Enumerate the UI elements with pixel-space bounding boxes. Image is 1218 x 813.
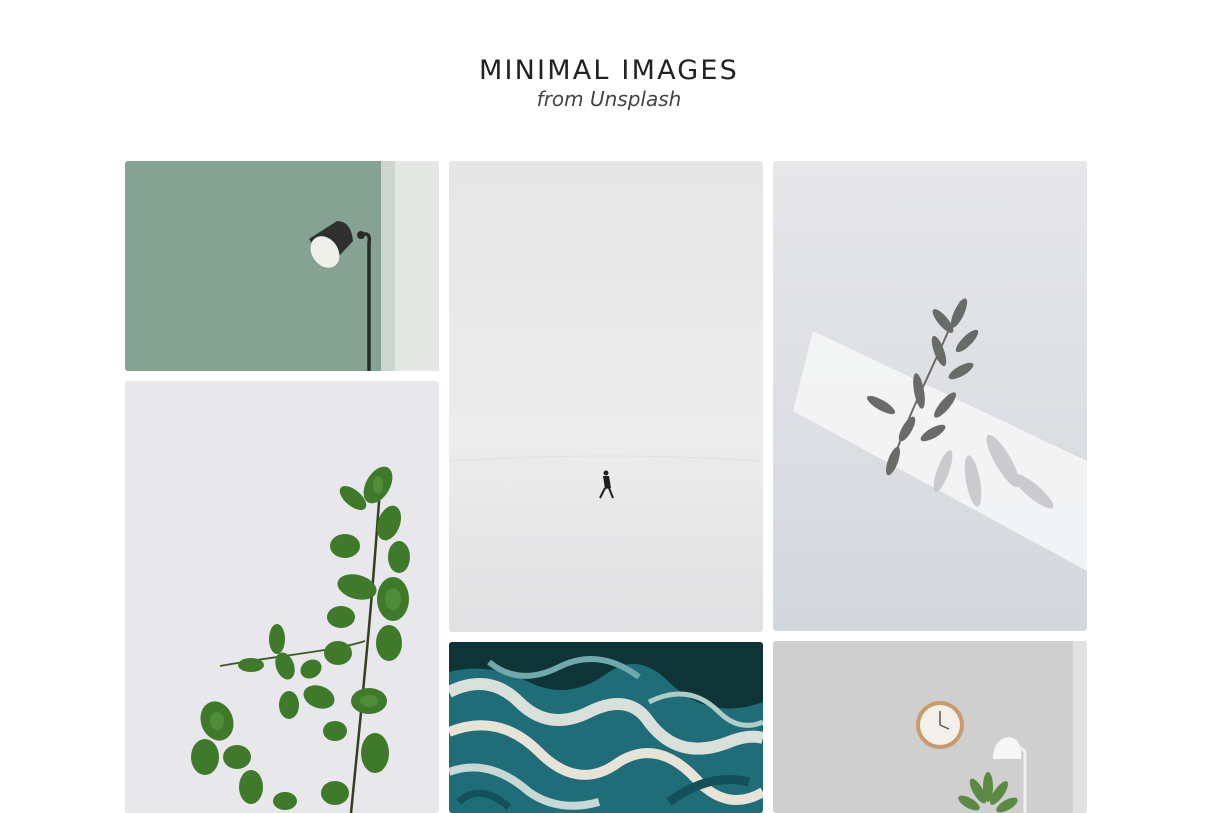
gallery-image-snowfield[interactable]	[449, 161, 763, 632]
olive-sprig-photo	[773, 161, 1087, 631]
page-subtitle: from Unsplash	[536, 87, 682, 111]
snowfield-photo	[449, 161, 763, 632]
page-title: MINIMAL IMAGES	[479, 55, 739, 86]
eucalyptus-photo	[125, 381, 439, 813]
gallery-image-olive-sprig[interactable]	[773, 161, 1087, 631]
gallery-image-clock[interactable]	[773, 641, 1087, 813]
clock-photo	[773, 641, 1087, 813]
gallery-image-eucalyptus[interactable]	[125, 381, 439, 813]
lamp-photo	[125, 161, 439, 371]
gallery-image-lamp[interactable]	[125, 161, 439, 371]
fluid-art-photo	[449, 642, 763, 813]
gallery-image-fluid[interactable]	[449, 642, 763, 813]
